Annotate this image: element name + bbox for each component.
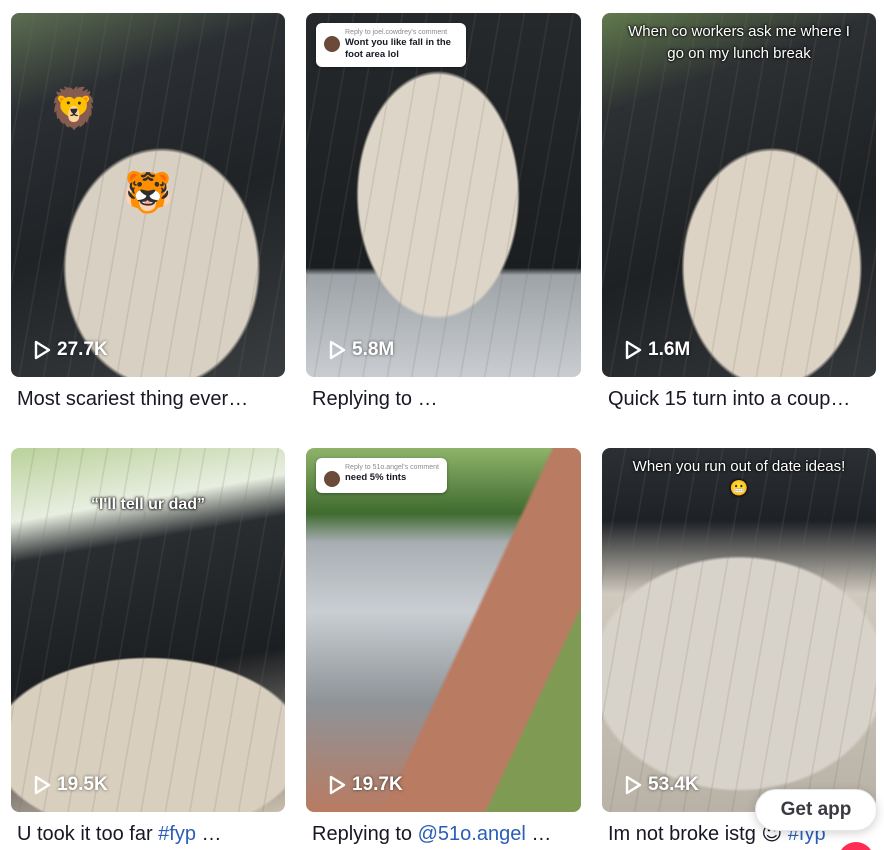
video-grid: 🦁 🐯 27.7K Most scariest thing ever… Repl… [11,13,876,850]
commenter-avatar [324,36,340,52]
mention-link[interactable]: @51o.angel [418,823,526,845]
play-icon [625,340,642,360]
play-icon [34,775,51,795]
reply-text: Wont you like fall in the foot area lol [345,37,451,60]
description-text: Im not broke istg 😇 [608,823,788,845]
description-text: U took it too far [17,823,159,845]
play-icon [329,775,346,795]
video-description[interactable]: Quick 15 turn into a coup… [602,386,876,412]
view-count-value: 19.7K [352,774,403,795]
video-card[interactable]: When co workers ask me where I go on my … [602,13,876,448]
view-count: 19.5K [33,774,108,796]
video-overlay-caption: “I'll tell ur dad” [90,496,206,513]
video-description[interactable]: U took it too far #fyp … [11,821,285,847]
play-icon [34,340,51,360]
commenter-avatar [324,471,340,487]
view-count-value: 5.8M [352,339,395,360]
description-ellipsis: … [525,823,552,845]
video-description[interactable]: Replying to @51o.angel … [306,821,581,847]
tiger-emoji: 🐯 [123,171,173,215]
thumbnail-image [306,448,581,812]
video-thumbnail[interactable]: Reply to joel.cowdrey's comment Wont you… [306,13,581,377]
view-count: 19.7K [328,774,403,796]
hashtag-link[interactable]: #fyp [158,823,196,845]
video-thumbnail[interactable]: Reply to 51o.angel's comment need 5% tin… [306,448,581,812]
reply-comment-sticker: Reply to 51o.angel's comment need 5% tin… [316,458,447,493]
view-count-value: 1.6M [648,339,691,360]
video-card[interactable]: Reply to joel.cowdrey's comment Wont you… [306,13,581,448]
reply-text: need 5% tints [345,472,407,483]
description-text: Replying to [312,823,418,845]
video-description[interactable]: Replying to … [306,386,581,412]
view-count: 5.8M [328,339,394,361]
view-count: 1.6M [624,339,690,361]
reply-meta: Reply to 51o.angel's comment [345,464,439,471]
description-text: Replying to … [312,388,438,410]
video-thumbnail[interactable]: 🦁 🐯 27.7K [11,13,285,377]
view-count: 27.7K [33,339,108,361]
video-card[interactable]: Reply to 51o.angel's comment need 5% tin… [306,448,581,850]
description-ellipsis: … [195,823,222,845]
video-description[interactable]: Most scariest thing ever… [11,386,285,412]
video-thumbnail[interactable]: When you run out of date ideas!😬 53.4K [602,448,876,812]
video-thumbnail[interactable]: “I'll tell ur dad” 19.5K [11,448,285,812]
video-overlay-caption: When you run out of date ideas!😬 [632,458,846,497]
video-thumbnail[interactable]: When co workers ask me where I go on my … [602,13,876,377]
view-count-value: 53.4K [648,774,699,795]
video-overlay-caption: When co workers ask me where I go on my … [628,23,850,62]
video-card[interactable]: 🦁 🐯 27.7K Most scariest thing ever… [11,13,285,448]
description-text: Quick 15 turn into a coup… [608,388,851,410]
view-count: 53.4K [624,774,699,796]
lion-emoji: 🦁 [49,87,99,131]
view-count-value: 27.7K [57,339,108,360]
description-text: Most scariest thing ever… [17,388,249,410]
video-card[interactable]: “I'll tell ur dad” 19.5K U took it too f… [11,448,285,850]
reply-meta: Reply to joel.cowdrey's comment [345,29,448,36]
view-count-value: 19.5K [57,774,108,795]
play-icon [329,340,346,360]
get-app-label: Get app [780,799,852,820]
get-app-button[interactable]: Get app [755,789,877,831]
play-icon [625,775,642,795]
reply-comment-sticker: Reply to joel.cowdrey's comment Wont you… [316,23,466,67]
